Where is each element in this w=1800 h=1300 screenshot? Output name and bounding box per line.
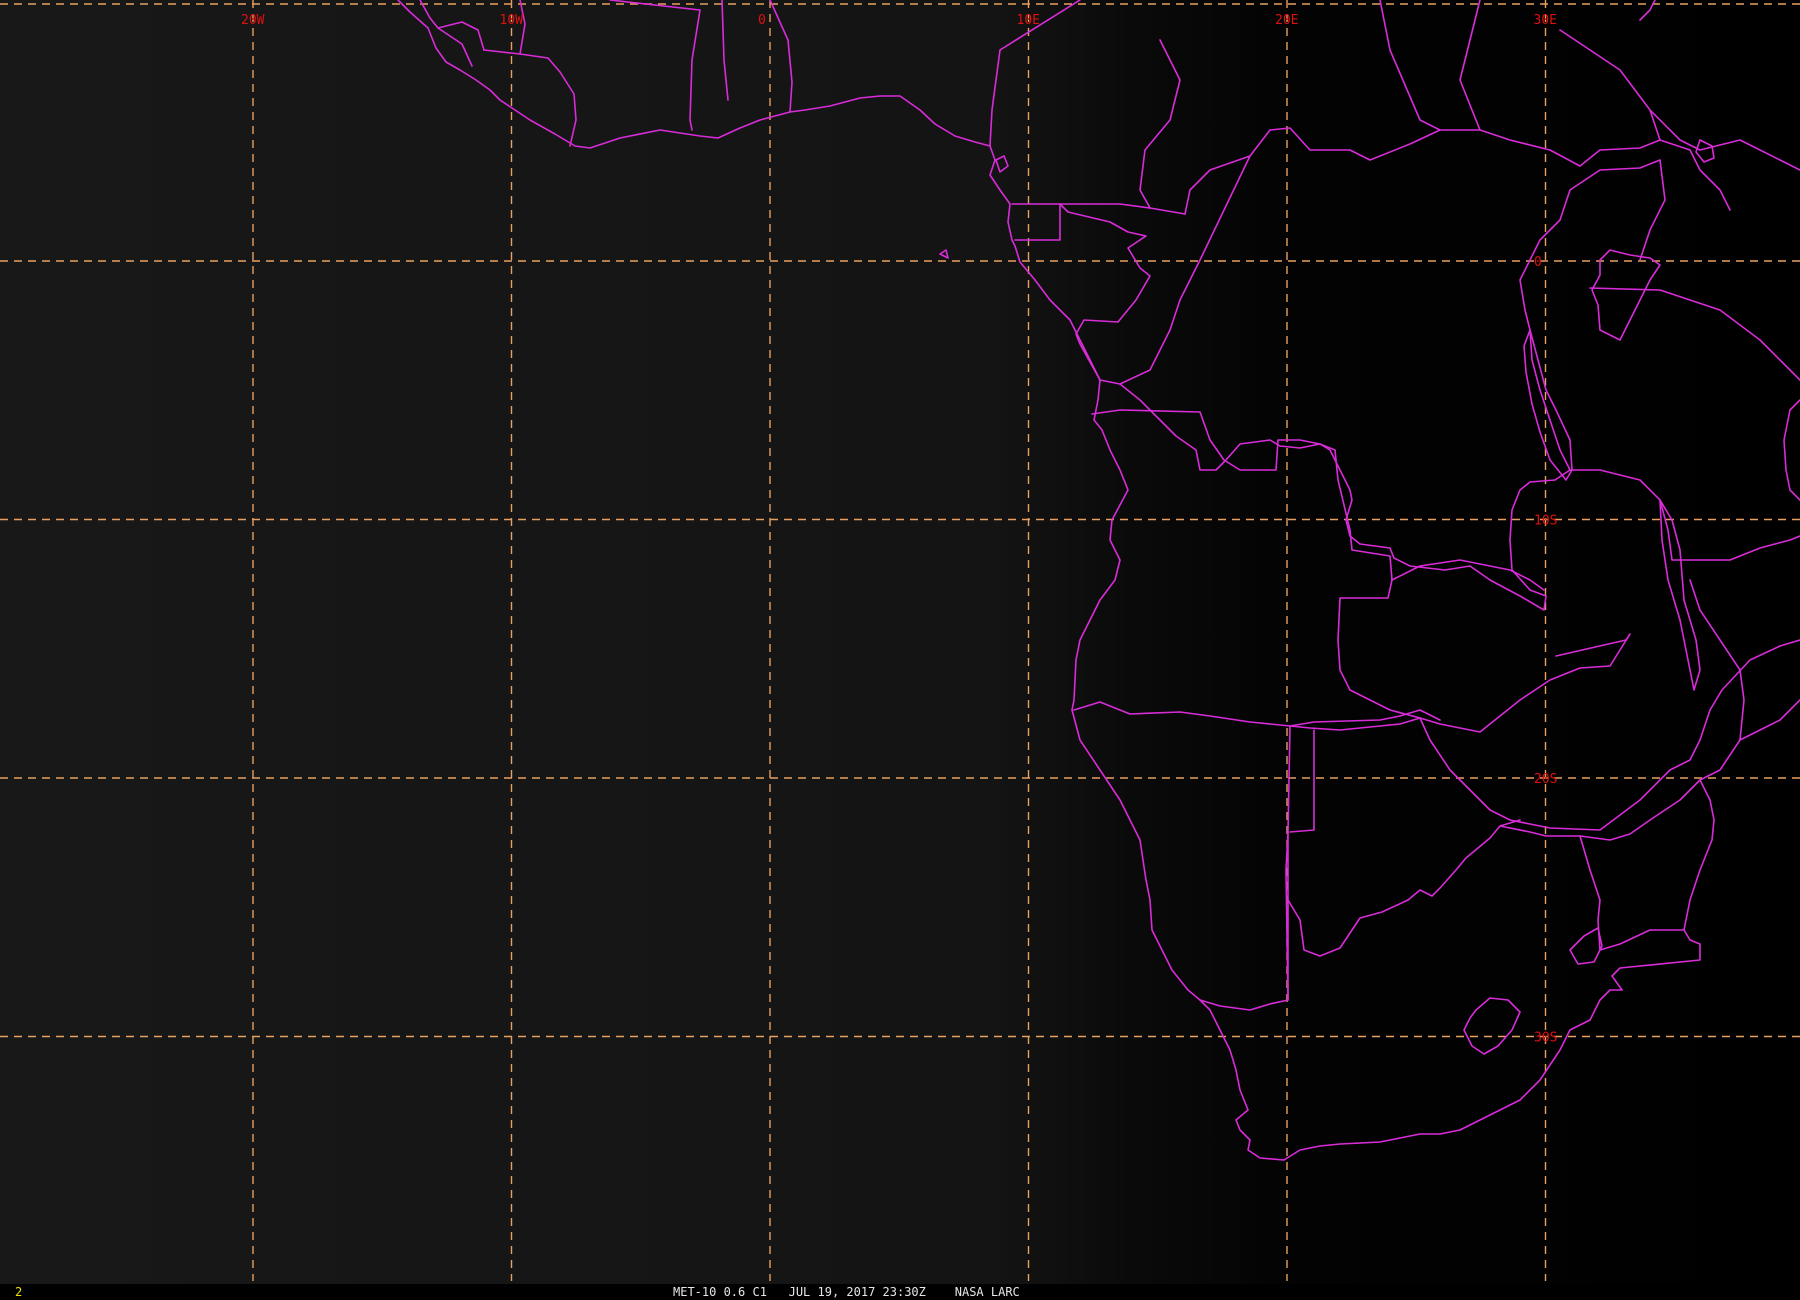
latitude-label: 10S: [1534, 514, 1557, 529]
longitude-label: 10E: [1017, 13, 1040, 28]
longitude-label: 20E: [1275, 13, 1298, 28]
latitude-label: 0: [1534, 255, 1542, 270]
latitude-label: 20S: [1534, 772, 1557, 787]
image-caption-bar: 2 MET-10 0.6 C1 JUL 19, 2017 23:30Z NASA…: [0, 1284, 1800, 1300]
satellite-image-viewer: 20W 10W 0 10E 20E 30E 0 10S 20S 30S 2 MET-10 0.6 …: [0, 0, 1800, 1300]
longitude-label: 0: [758, 13, 766, 28]
longitude-label: 10W: [500, 13, 524, 28]
latitude-label: 30S: [1534, 1031, 1557, 1046]
satellite-imagery-background: [0, 0, 1800, 1284]
longitude-label: 20W: [241, 13, 265, 28]
image-caption: MET-10 0.6 C1 JUL 19, 2017 23:30Z NASA L…: [673, 1285, 1020, 1299]
longitude-label: 30E: [1534, 13, 1557, 28]
satellite-map: 20W 10W 0 10E 20E 30E 0 10S 20S 30S: [0, 0, 1800, 1284]
frame-number: 2: [15, 1285, 23, 1299]
